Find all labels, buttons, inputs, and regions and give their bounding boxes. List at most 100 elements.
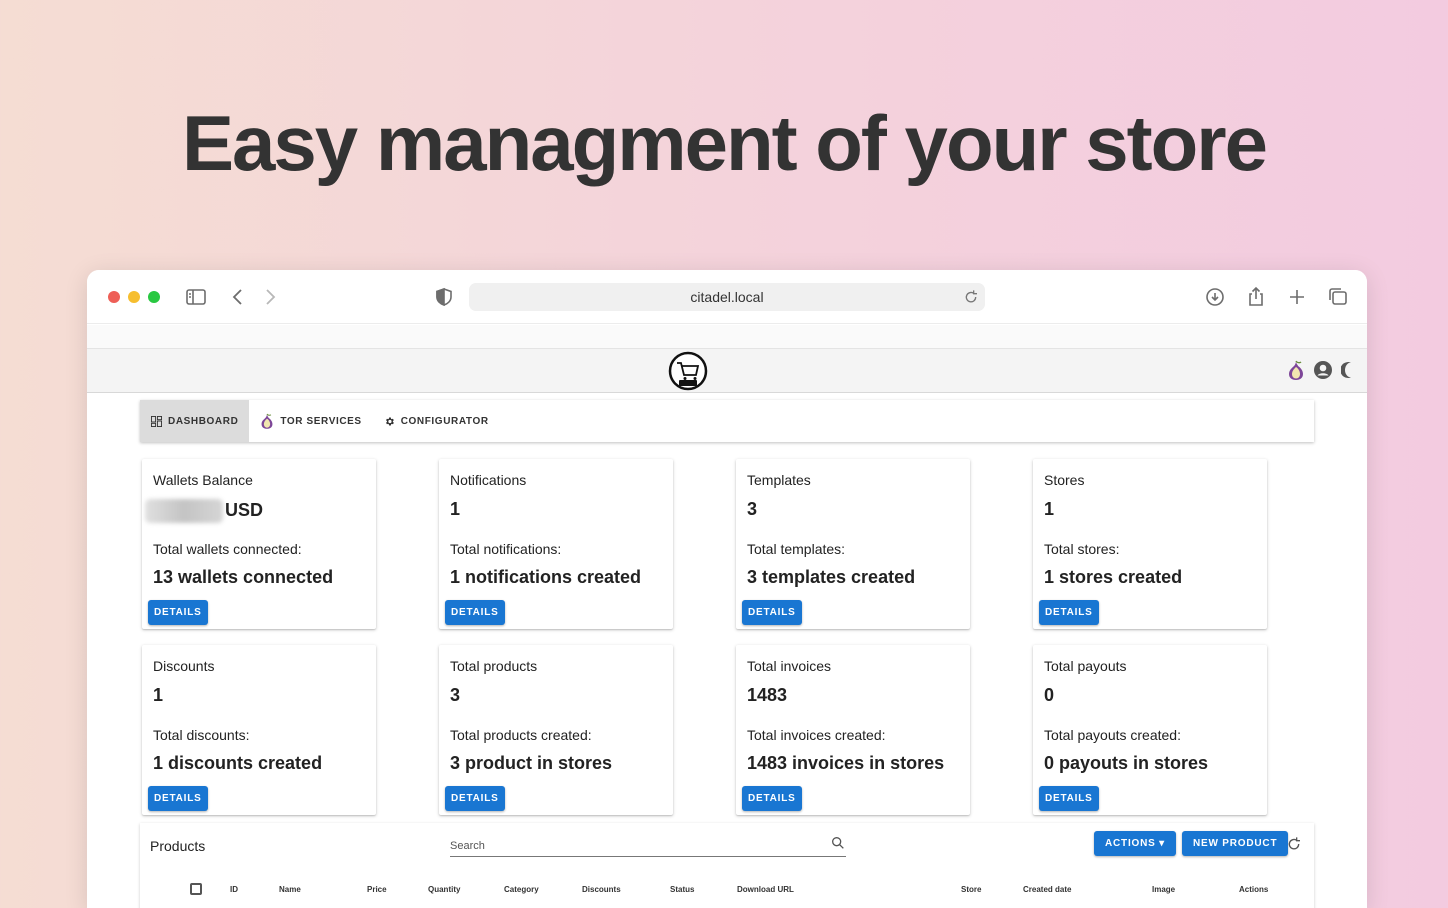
card-subtitle: Total stores: [1044,541,1120,557]
card-summary: 3 product in stores [450,753,613,773]
card-subtitle: Total templates: [747,541,846,557]
card-stores: Stores 1 Total stores: 1 stores created … [1033,459,1267,629]
select-all-checkbox[interactable] [190,883,202,895]
details-button[interactable]: DETAILS [742,600,802,625]
card-templates: Templates 3 Total templates: 3 templates… [736,459,970,629]
card-total-invoices: Total invoices 1483 Total invoices creat… [736,645,970,815]
card-subtitle: Total notifications: [450,541,562,557]
gear-icon [385,416,394,426]
card-wallets-balance: Wallets Balance USD Total wallets connec… [142,459,376,629]
dashboard-icon [151,415,162,427]
tab-dashboard[interactable]: DASHBOARD [140,400,250,442]
card-title: Total invoices [747,658,832,674]
tab-tor-services-label: TOR SERVICES [280,415,362,427]
column-header[interactable]: Created date [1023,885,1071,894]
close-window-button[interactable] [108,291,120,303]
card-value: 0 [1044,685,1055,705]
details-button[interactable]: DETAILS [742,786,802,811]
card-summary: 1 discounts created [153,753,323,773]
browser-window: citadel.local DASHBOARD TOR SERVICES CON… [87,270,1367,908]
dark-mode-icon[interactable] [1341,361,1353,379]
details-button[interactable]: DETAILS [148,600,208,625]
details-button[interactable]: DETAILS [1039,786,1099,811]
card-total-products: Total products 3 Total products created:… [439,645,673,815]
new-product-button[interactable]: NEW PRODUCT [1182,831,1289,856]
card-summary: 1 stores created [1044,567,1183,587]
tab-configurator[interactable]: CONFIGURATOR [373,400,500,442]
sidebar-toggle-icon[interactable] [184,285,208,309]
bitcart-logo-icon[interactable] [667,351,709,391]
card-summary: 1483 invoices in stores [747,753,945,773]
card-subtitle: Total products created: [450,727,592,743]
search-icon[interactable] [830,835,846,851]
column-header[interactable]: Status [670,885,694,894]
main-nav: DASHBOARD TOR SERVICES CONFIGURATOR [140,400,1314,442]
card-total-payouts: Total payouts 0 Total payouts created: 0… [1033,645,1267,815]
maximize-window-button[interactable] [148,291,160,303]
privacy-shield-icon[interactable] [432,285,456,309]
column-header[interactable]: Store [961,885,981,894]
card-value: 1 [153,685,164,705]
card-value: 3 [450,685,461,705]
details-button[interactable]: DETAILS [445,600,505,625]
card-notifications: Notifications 1 Total notifications: 1 n… [439,459,673,629]
account-icon[interactable] [1313,360,1333,380]
tab-configurator-label: CONFIGURATOR [400,415,489,427]
column-header[interactable]: Image [1152,885,1175,894]
card-summary: 13 wallets connected [153,567,334,587]
card-subtitle: Total invoices created: [747,727,886,743]
column-header[interactable]: ID [230,885,238,894]
card-value: 1483 [747,685,788,705]
tab-tor-services[interactable]: TOR SERVICES [249,400,372,442]
products-panel: Products ACTIONS ▾ NEW PRODUCT ID Name P… [140,823,1314,908]
share-icon[interactable] [1244,285,1268,309]
card-title: Templates [747,472,811,488]
page-headline: Easy managment of your store [182,99,1268,187]
card-title: Total payouts [1044,658,1127,674]
details-button[interactable]: DETAILS [1039,600,1099,625]
card-subtitle: Total discounts: [153,727,250,743]
tor-onion-icon[interactable] [1287,359,1305,381]
app-header [87,349,1367,393]
column-header[interactable]: Price [367,885,387,894]
tab-overview-icon[interactable] [1326,285,1350,309]
card-value: USD [145,499,264,523]
download-icon[interactable] [1203,285,1227,309]
card-value: 3 [747,499,758,519]
blurred-balance [145,499,223,523]
minimize-window-button[interactable] [128,291,140,303]
details-button[interactable]: DETAILS [445,786,505,811]
card-discounts: Discounts 1 Total discounts: 1 discounts… [142,645,376,815]
card-title: Stores [1044,472,1085,488]
column-header[interactable]: Category [504,885,539,894]
column-header[interactable]: Download URL [737,885,794,894]
card-summary: 1 notifications created [450,567,642,587]
search-input[interactable] [450,835,846,857]
column-header[interactable]: Discounts [582,885,621,894]
card-subtitle: Total wallets connected: [153,541,302,557]
browser-toolbar: citadel.local [87,270,1367,324]
favorites-strip [87,325,1367,349]
card-title: Notifications [450,472,527,488]
new-tab-icon[interactable] [1285,285,1309,309]
column-header[interactable]: Actions [1239,885,1268,894]
card-title: Wallets Balance [153,472,253,488]
tab-dashboard-label: DASHBOARD [168,415,239,427]
refresh-icon[interactable] [1286,836,1302,852]
card-summary: 3 templates created [747,567,916,587]
actions-button[interactable]: ACTIONS ▾ [1094,831,1176,856]
card-summary: 0 payouts in stores [1044,753,1209,773]
card-value-currency: USD [225,499,264,520]
details-button[interactable]: DETAILS [148,786,208,811]
address-bar[interactable]: citadel.local [469,283,985,311]
reload-icon[interactable] [963,289,979,305]
column-header[interactable]: Name [279,885,301,894]
card-subtitle: Total payouts created: [1044,727,1181,743]
column-header[interactable]: Quantity [428,885,460,894]
card-title: Discounts [153,658,215,674]
forward-icon[interactable] [258,285,282,309]
tor-onion-icon [261,413,273,429]
card-title: Total products [450,658,538,674]
back-icon[interactable] [226,285,250,309]
address-url: citadel.local [690,289,764,305]
